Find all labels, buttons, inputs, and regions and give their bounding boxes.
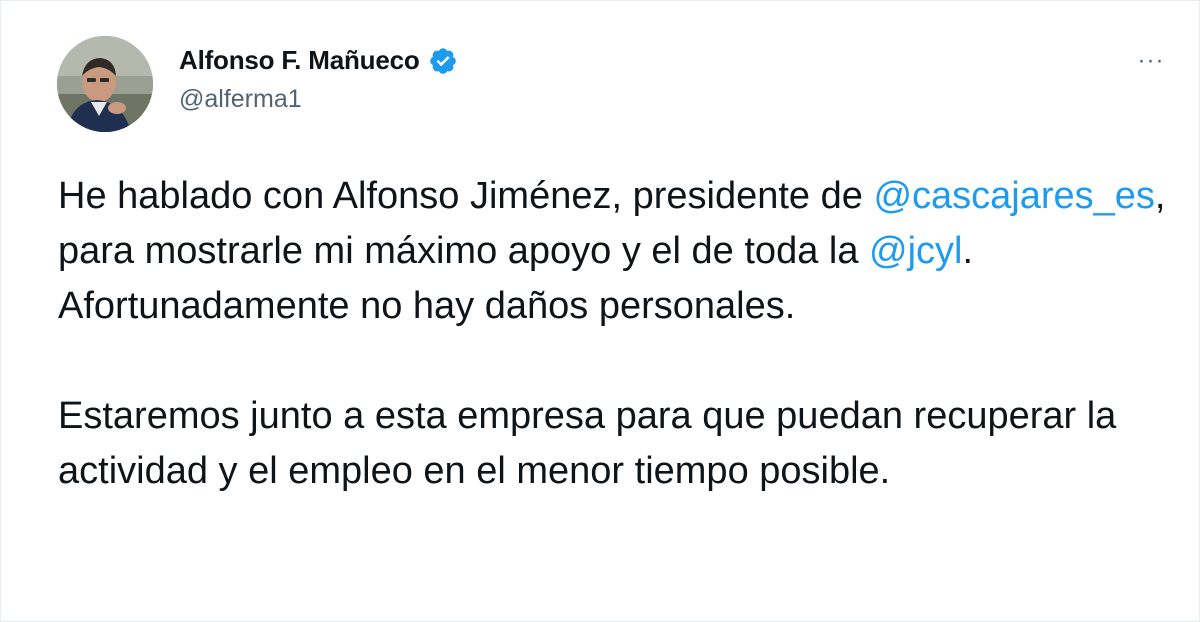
mention-link-jcyl[interactable]: @jcyl — [869, 230, 962, 272]
author-name-row: Alfonso F. Mañueco — [179, 45, 458, 76]
tweet-text: He hablado con Alfonso Jiménez, presiden… — [58, 169, 1168, 499]
author-avatar[interactable] — [57, 36, 153, 132]
mention-link-cascajares[interactable]: @cascajares_es — [873, 175, 1154, 217]
tweet-card: Alfonso F. Mañueco @alferma1 ··· He habl… — [0, 0, 1200, 622]
author-display-name[interactable]: Alfonso F. Mañueco — [179, 45, 420, 76]
avatar-photo-icon — [57, 36, 153, 132]
tweet-paragraph-1: He hablado con Alfonso Jiménez, presiden… — [58, 169, 1168, 334]
tweet-text-segment: He hablado con Alfonso Jiménez, presiden… — [58, 175, 874, 217]
verified-badge-icon — [428, 46, 458, 76]
more-options-button[interactable]: ··· — [1129, 43, 1173, 79]
author-handle[interactable]: @alferma1 — [179, 85, 302, 114]
tweet-paragraph-2: Estaremos junto a esta empresa para que … — [58, 395, 1117, 492]
more-horizontal-icon: ··· — [1137, 47, 1165, 74]
